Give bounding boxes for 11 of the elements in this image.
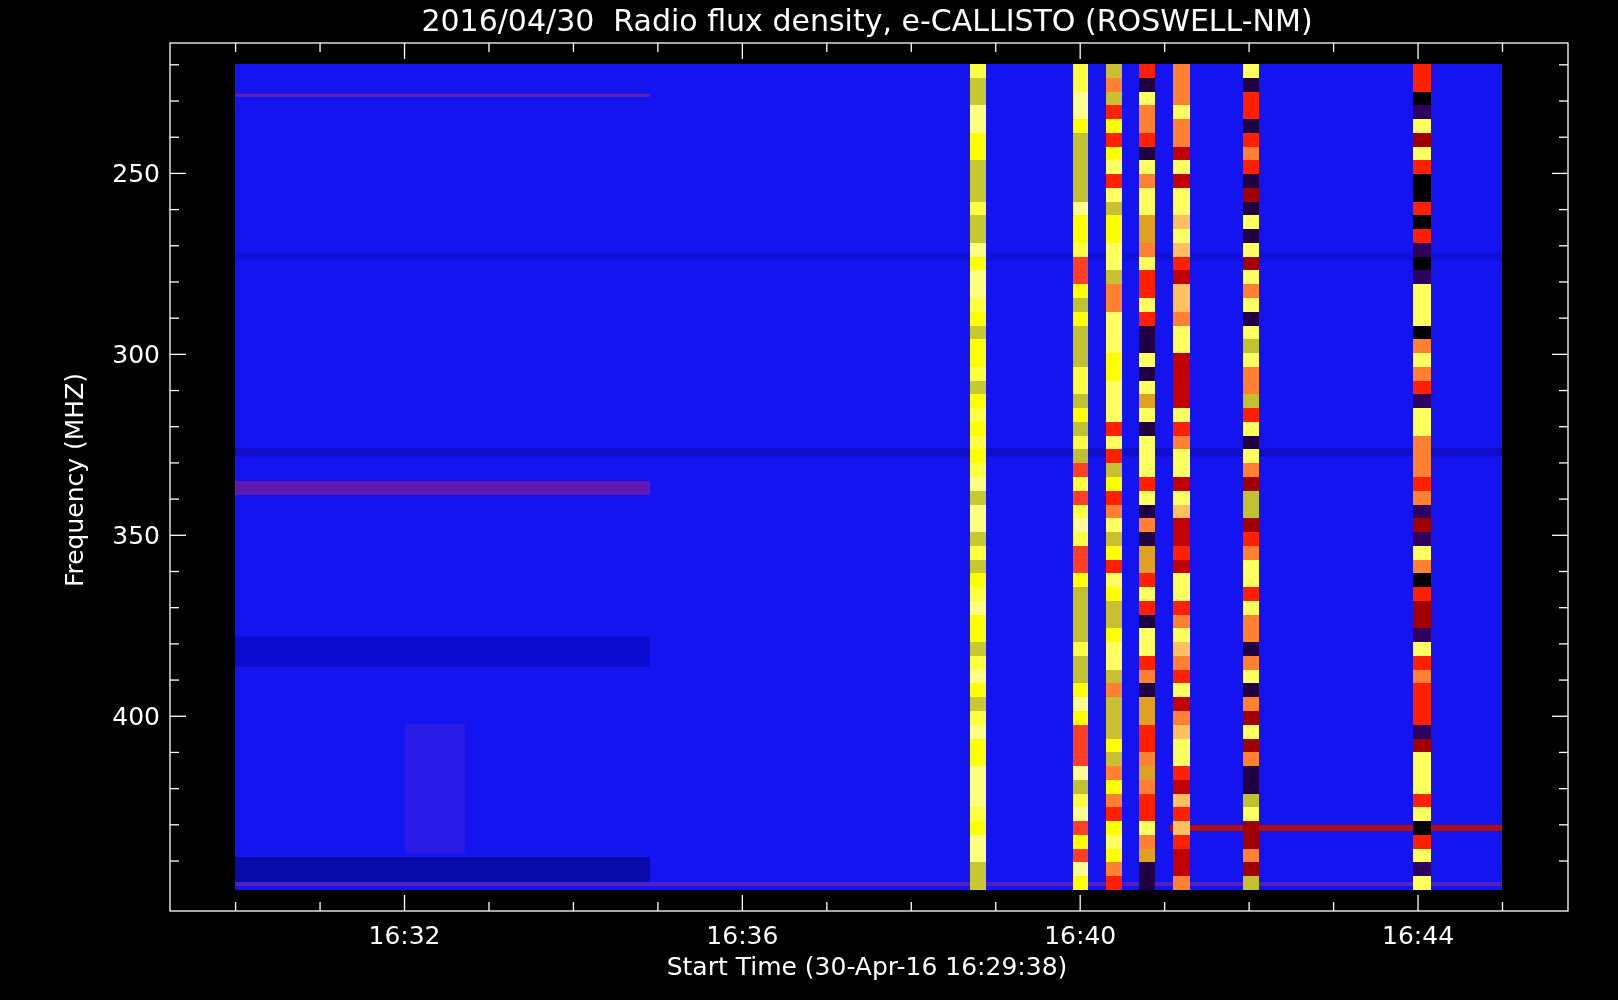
chart-title: 2016/04/30 Radio flux density, e-CALLISTO (ROSWELL-NM) (421, 3, 1313, 38)
tick-label: 16:32 (368, 921, 441, 950)
tick-label: 250 (112, 159, 160, 189)
tick-label: 350 (112, 521, 160, 551)
tick-label: 16:40 (1044, 921, 1117, 950)
tick-label: 16:44 (1382, 921, 1455, 950)
tick-label: 16:36 (706, 921, 779, 950)
tick-label: 400 (112, 702, 160, 732)
x-axis-label: Start Time (30-Apr-16 16:29:38) (666, 952, 1068, 981)
tick-label: 300 (112, 340, 160, 370)
y-axis-label: Frequency (MHZ) (60, 372, 89, 588)
